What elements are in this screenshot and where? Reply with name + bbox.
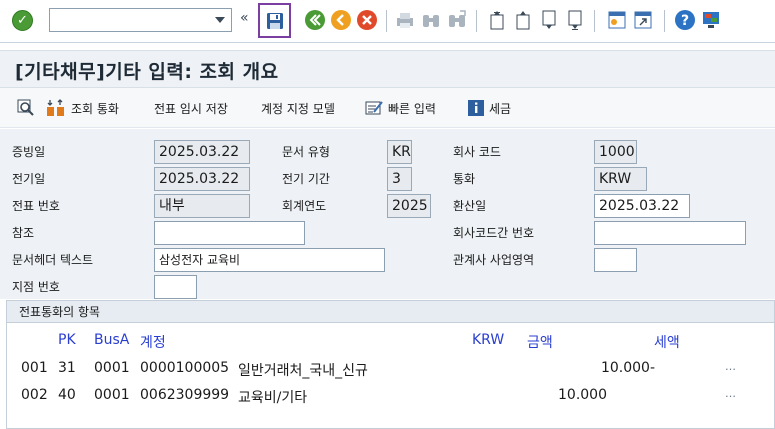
item-pk[interactable]: 31 [58, 360, 76, 376]
first-page-icon[interactable] [486, 9, 508, 31]
command-input[interactable] [50, 9, 208, 31]
item-more: … [725, 387, 736, 400]
find-icon[interactable] [420, 9, 442, 31]
last-page-icon[interactable] [564, 9, 586, 31]
toolbar-separator [594, 10, 595, 32]
print-icon[interactable] [394, 9, 416, 31]
doc-date-field[interactable]: 2025.03.22 [154, 140, 250, 164]
display-button[interactable] [16, 98, 40, 118]
translation-date-label: 환산일 [453, 199, 487, 213]
chevron-down-icon[interactable] [215, 17, 225, 23]
item-number[interactable]: 001 [21, 360, 48, 376]
doc-currency-label: 조회 통화 [71, 101, 119, 116]
page-title: [기타채무]기타 입력: 조회 개요 [15, 61, 279, 83]
next-page-icon[interactable] [538, 9, 560, 31]
items-section: 전표통화의 항목 PK BusA 계정 KRW 금액 세액 001 31 000… [6, 300, 775, 429]
trading-partner-field[interactable] [594, 248, 637, 272]
item-description[interactable]: 일반거래처_국내_신규 [238, 360, 368, 380]
tax-label: 세금 [489, 101, 512, 116]
currency-field[interactable]: KRW [594, 167, 647, 191]
period-field[interactable]: 3 [387, 167, 412, 191]
period-label: 전기 기간 [282, 172, 330, 186]
park-document-label: 전표 임시 저장 [154, 101, 228, 116]
item-pk[interactable]: 40 [58, 387, 76, 403]
customize-icon[interactable] [700, 9, 722, 31]
toolbar-separator [386, 10, 387, 32]
fast-entry-button[interactable]: 빠른 입력 [364, 98, 436, 118]
fast-entry-label: 빠른 입력 [388, 101, 436, 116]
tax-button[interactable]: 세금 [467, 98, 511, 118]
collapse-icon[interactable]: « [240, 10, 249, 26]
item-number[interactable]: 002 [21, 387, 48, 403]
item-amount[interactable]: 10.000- [547, 360, 655, 376]
help-icon[interactable]: ? [674, 9, 696, 31]
column-pk[interactable]: PK [58, 332, 76, 348]
doc-number-field[interactable]: 내부 [154, 194, 250, 218]
item-more: … [725, 360, 736, 373]
item-busa[interactable]: 0001 [94, 387, 130, 403]
items-section-title: 전표통화의 항목 [7, 301, 774, 323]
find-next-icon[interactable] [446, 9, 468, 31]
back-icon[interactable] [304, 9, 326, 31]
fiscal-year-label: 회계연도 [282, 199, 327, 213]
reference-field[interactable] [154, 221, 305, 245]
currency-label: 통화 [453, 172, 476, 186]
svg-text:?: ? [681, 13, 689, 29]
application-toolbar: 조회 통화 전표 임시 저장 계정 지정 모델 빠른 입력 세금 [0, 88, 775, 128]
item-account[interactable]: 0062309999 [140, 387, 229, 403]
intercompany-label: 회사코드간 번호 [453, 226, 535, 240]
account-model-label: 계정 지정 모델 [261, 101, 335, 116]
column-account[interactable]: 계정 [140, 332, 166, 352]
intercompany-field[interactable] [594, 221, 746, 245]
fiscal-year-field[interactable]: 2025 [387, 194, 431, 218]
account-model-button[interactable]: 계정 지정 모델 [261, 98, 335, 118]
column-currency[interactable]: KRW [472, 332, 504, 348]
branch-field[interactable] [154, 275, 197, 299]
info-icon [468, 100, 484, 116]
doc-type-field[interactable]: KR [387, 140, 412, 164]
exit-icon[interactable] [330, 9, 352, 31]
header-text-label: 문서헤더 텍스트 [12, 253, 94, 267]
branch-label: 지점 번호 [12, 280, 60, 294]
prev-page-icon[interactable] [512, 9, 534, 31]
header-text-field[interactable]: 삼성전자 교육비 [154, 248, 385, 272]
doc-currency-button[interactable]: 조회 통화 [45, 98, 119, 118]
doc-type-label: 문서 유형 [282, 145, 330, 159]
company-code-label: 회사 코드 [453, 145, 501, 159]
cancel-icon[interactable] [356, 9, 378, 31]
toolbar-separator [664, 10, 665, 32]
toolbar-separator [476, 10, 477, 32]
column-amount[interactable]: 금액 [527, 332, 553, 352]
item-amount[interactable]: 10.000 [499, 387, 607, 403]
shortcut-icon[interactable] [632, 9, 654, 31]
title-bar: [기타채무]기타 입력: 조회 개요 [0, 50, 775, 88]
doc-date-label: 증빙일 [12, 145, 46, 159]
display-icon [17, 99, 34, 116]
column-tax[interactable]: 세액 [654, 332, 680, 352]
fast-entry-icon [365, 101, 383, 115]
document-header-form: 증빙일 2025.03.22 문서 유형 KR 회사 코드 1000 전기일 2… [0, 129, 775, 299]
doc-number-label: 전표 번호 [12, 199, 60, 213]
trading-partner-label: 관계사 사업영역 [453, 253, 535, 267]
company-code-field[interactable]: 1000 [594, 140, 637, 164]
standard-toolbar: ✓ « ? [0, 0, 775, 43]
translation-date-field[interactable]: 2025.03.22 [594, 194, 690, 218]
column-busa[interactable]: BusA [94, 332, 129, 348]
item-account[interactable]: 0000100005 [140, 360, 229, 376]
save-icon [267, 13, 283, 29]
new-session-icon[interactable] [606, 9, 628, 31]
reference-label: 참조 [12, 226, 35, 240]
currency-sort-icon [47, 99, 64, 116]
park-document-button[interactable]: 전표 임시 저장 [154, 98, 228, 118]
posting-date-label: 전기일 [12, 172, 46, 186]
item-busa[interactable]: 0001 [94, 360, 130, 376]
command-field[interactable] [49, 8, 232, 32]
item-description[interactable]: 교육비/기타 [238, 387, 307, 407]
posting-date-field[interactable]: 2025.03.22 [154, 167, 250, 191]
ok-icon[interactable]: ✓ [12, 10, 33, 31]
save-button[interactable] [258, 3, 291, 38]
